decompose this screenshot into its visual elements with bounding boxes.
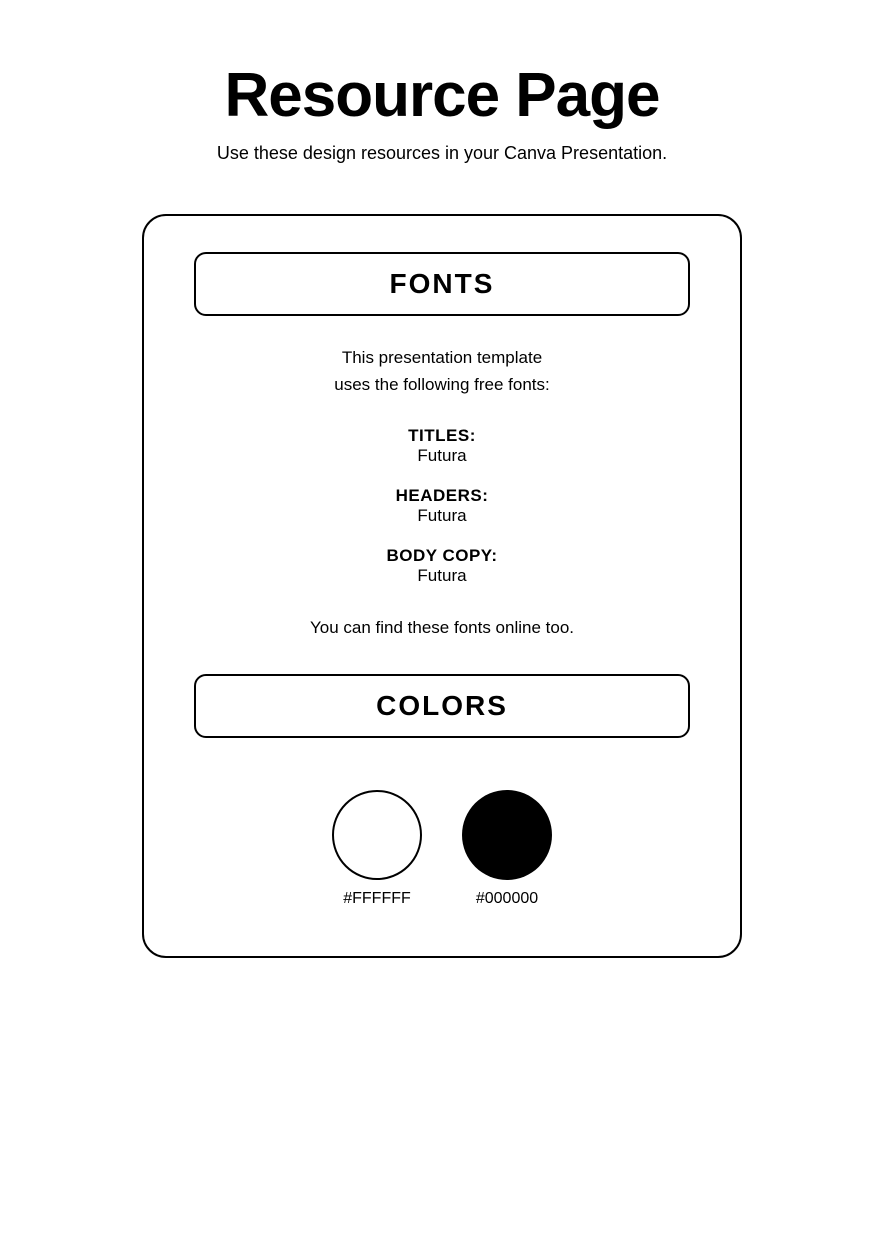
fonts-footer: You can find these fonts online too. — [310, 618, 574, 638]
color-hex-white: #FFFFFF — [343, 890, 411, 908]
color-swatch-white: #FFFFFF — [332, 790, 422, 908]
font-bodycopy-label: BODY COPY: — [386, 546, 497, 566]
color-circle-white — [332, 790, 422, 880]
font-entry-titles: TITLES: Futura — [408, 426, 476, 466]
colors-section: COLORS #FFFFFF #000000 — [194, 674, 690, 908]
color-circle-black — [462, 790, 552, 880]
font-titles-value: Futura — [408, 446, 476, 466]
color-hex-black: #000000 — [476, 890, 538, 908]
color-swatch-black: #000000 — [462, 790, 552, 908]
font-headers-label: HEADERS: — [396, 486, 489, 506]
page-title: Resource Page — [225, 60, 660, 131]
font-bodycopy-value: Futura — [386, 566, 497, 586]
colors-section-label: COLORS — [194, 674, 690, 738]
font-headers-value: Futura — [396, 506, 489, 526]
font-entry-bodycopy: BODY COPY: Futura — [386, 546, 497, 586]
page-subtitle: Use these design resources in your Canva… — [217, 143, 667, 164]
font-entry-headers: HEADERS: Futura — [396, 486, 489, 526]
fonts-section-label: FONTS — [194, 252, 690, 316]
color-swatches: #FFFFFF #000000 — [332, 790, 552, 908]
font-titles-label: TITLES: — [408, 426, 476, 446]
fonts-description: This presentation template uses the foll… — [334, 344, 549, 398]
resource-card: FONTS This presentation template uses th… — [142, 214, 742, 958]
